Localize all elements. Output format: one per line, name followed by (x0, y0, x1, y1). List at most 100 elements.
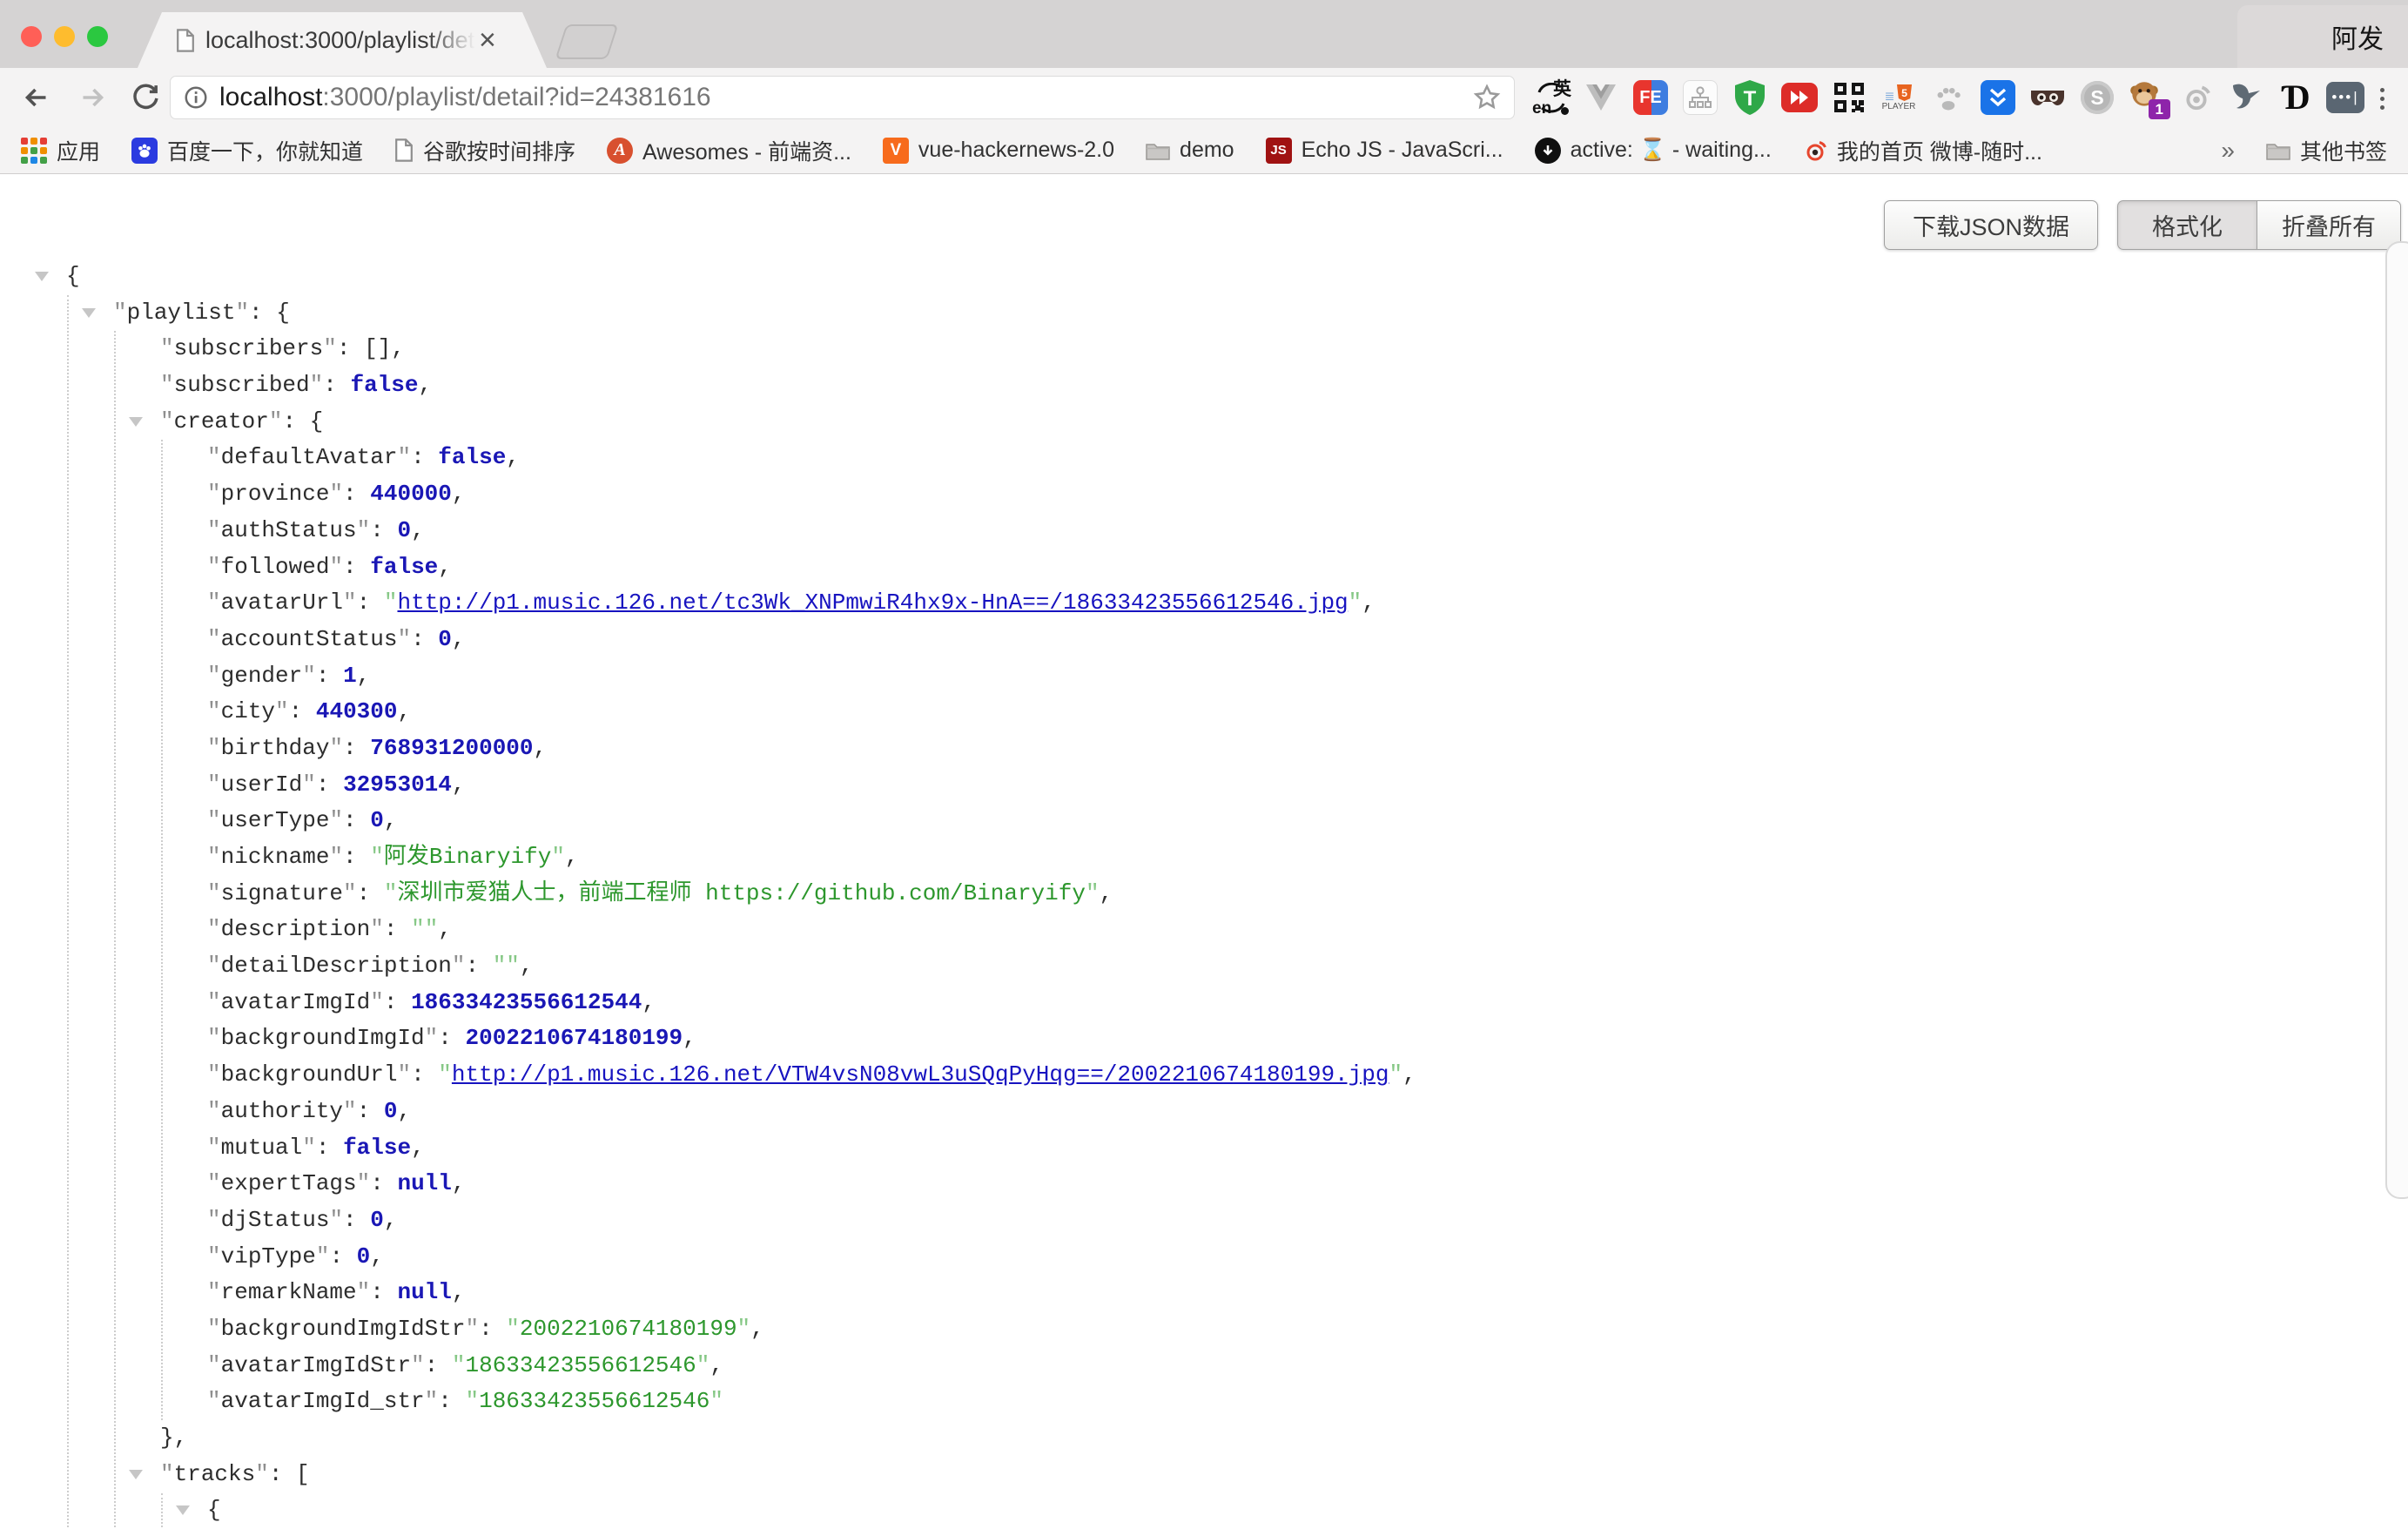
json-quote: " (207, 735, 221, 761)
bookmark-label: 百度一下，你就知道 (167, 135, 363, 166)
window-minimize-button[interactable] (54, 26, 75, 47)
tampermonkey-icon[interactable]: T (1731, 77, 1769, 118)
json-string-quote: " (493, 953, 507, 979)
tab-title: localhost:3000/playlist/detail? (205, 27, 475, 54)
translate-icon[interactable]: 英en (1532, 77, 1571, 118)
blue-arrows-icon[interactable] (1979, 77, 2017, 118)
chrome-menu-icon[interactable] (2368, 84, 2396, 113)
json-quote: " (357, 1279, 371, 1305)
profile-chip[interactable]: 阿发 (2237, 5, 2408, 68)
json-string: 18633423556612546 (479, 1388, 710, 1414)
json-quote: " (207, 663, 221, 689)
new-tab-button[interactable] (555, 24, 619, 59)
json-punctuation: : (384, 916, 411, 942)
json-link[interactable]: http://p1.music.126.net/tc3Wk_XNPmwiR4hx… (397, 589, 1348, 616)
json-punctuation: : (343, 735, 370, 761)
collapse-triangle-icon[interactable] (176, 1505, 190, 1515)
window-zoom-button[interactable] (87, 26, 108, 47)
json-line: "expertTags": null, (0, 1166, 2408, 1202)
bookmark-item-3[interactable]: 谷歌按时间排序 (394, 135, 575, 166)
json-punctuation: : (316, 1135, 343, 1161)
json-quote: " (310, 372, 324, 398)
json-punctuation: , (1402, 1061, 1416, 1088)
json-line: "backgroundImgId": 2002210674180199, (0, 1020, 2408, 1057)
collapse-all-button[interactable]: 折叠所有 (2257, 200, 2401, 250)
format-button[interactable]: 格式化 (2117, 200, 2257, 250)
hummingbird-icon[interactable] (2227, 77, 2265, 118)
qrcode-icon[interactable] (1830, 77, 1868, 118)
monkey-icon[interactable]: 1 (2128, 77, 2166, 118)
json-line: "birthday": 768931200000, (0, 731, 2408, 767)
bookmark-item-1[interactable]: 应用 (21, 135, 100, 166)
page-scrollbar-thumb[interactable] (2385, 241, 2408, 1199)
bookmark-item-2[interactable]: 百度一下，你就知道 (131, 135, 363, 166)
collapse-triangle-icon[interactable] (129, 417, 143, 427)
json-quote: " (302, 771, 316, 798)
collapse-triangle-icon[interactable] (129, 1470, 143, 1479)
json-link[interactable]: http://p1.music.126.net/VTW4vsN08vwL3uSQ… (452, 1061, 1389, 1088)
bookmark-item-5[interactable]: Vvue-hackernews-2.0 (883, 138, 1114, 164)
password-dots-icon[interactable]: •••| (2326, 77, 2364, 118)
download-json-button[interactable]: 下载JSON数据 (1884, 200, 2098, 250)
bookmark-item-8[interactable]: active: ⌛ - waiting... (1535, 138, 1772, 164)
json-quote: " (275, 698, 289, 724)
json-line: "city": 440300, (0, 694, 2408, 731)
bookmark-item-6[interactable]: demo (1146, 138, 1234, 163)
json-punctuation: : (438, 1388, 465, 1414)
json-line: "backgroundUrl": "http://p1.music.126.ne… (0, 1057, 2408, 1094)
json-line: "gender": 1, (0, 658, 2408, 695)
tab-bar: localhost:3000/playlist/detail? × 阿发 (0, 0, 2408, 68)
json-line: "description": "", (0, 912, 2408, 948)
json-key: accountStatus (221, 626, 398, 652)
bookmark-item-4[interactable]: AAwesomes - 前端资... (607, 135, 851, 166)
forward-button[interactable] (77, 82, 108, 113)
browser-tab[interactable]: localhost:3000/playlist/detail? × (138, 12, 547, 68)
json-line: "mutual": false, (0, 1130, 2408, 1167)
paw-icon[interactable] (1929, 77, 1967, 118)
json-punctuation: : (384, 989, 411, 1015)
s-circle-icon[interactable]: S (2078, 77, 2116, 118)
bookmarks-overflow-chevron[interactable]: » (2221, 137, 2235, 165)
vue-gray-icon[interactable] (1582, 77, 1620, 118)
json-punctuation: , (418, 372, 432, 398)
window-close-button[interactable] (21, 26, 42, 47)
tab-close-icon[interactable]: × (479, 25, 496, 55)
json-punctuation: , (520, 953, 534, 979)
site-info-icon[interactable] (183, 84, 209, 111)
json-value: 440000 (370, 481, 452, 507)
json-key: authStatus (221, 517, 357, 543)
json-punctuation: : (343, 1207, 370, 1233)
json-punctuation: { (66, 263, 80, 289)
html5-player-icon[interactable]: ≣5PLAYER (1880, 77, 1918, 118)
json-punctuation: , (384, 807, 398, 833)
bookmark-item-9[interactable]: 我的首页 微博-随时... (1803, 135, 2042, 166)
bookmark-star-icon[interactable] (1472, 83, 1502, 112)
json-line: "avatarUrl": "http://p1.music.126.net/tc… (0, 585, 2408, 622)
json-value: false (343, 1135, 411, 1161)
mask-icon[interactable] (2028, 77, 2067, 118)
collapse-triangle-icon[interactable] (35, 272, 49, 281)
url-text[interactable]: localhost:3000/playlist/detail?id=243816… (219, 83, 1472, 112)
json-value: 2002210674180199 (465, 1025, 683, 1051)
address-bar[interactable]: localhost:3000/playlist/detail?id=243816… (170, 76, 1515, 119)
video-speed-icon[interactable] (1780, 77, 1819, 118)
json-quote: " (425, 1025, 439, 1051)
d-letter-icon[interactable]: Ɗ (2277, 77, 2315, 118)
bookmark-item-7[interactable]: JSEcho JS - JavaScri... (1266, 138, 1503, 164)
json-punctuation: : (479, 1316, 506, 1342)
reload-button[interactable] (131, 82, 161, 112)
json-punctuation: , (710, 1352, 723, 1378)
other-bookmarks-folder[interactable]: 其他书签 (2266, 135, 2387, 166)
json-value: 1 (343, 663, 357, 689)
weibo-gray-icon[interactable] (2177, 77, 2216, 118)
json-quote: " (343, 1098, 357, 1124)
json-string-quote: " (1349, 589, 1362, 616)
sitemap-icon[interactable] (1681, 77, 1719, 118)
json-string-quote: " (384, 880, 398, 906)
collapse-triangle-icon[interactable] (82, 308, 96, 318)
json-punctuation: , (370, 1243, 384, 1270)
fe-icon[interactable]: FE (1631, 77, 1670, 118)
json-quote: " (207, 1316, 221, 1342)
json-line: "detailDescription": "", (0, 948, 2408, 985)
back-button[interactable] (21, 82, 52, 113)
